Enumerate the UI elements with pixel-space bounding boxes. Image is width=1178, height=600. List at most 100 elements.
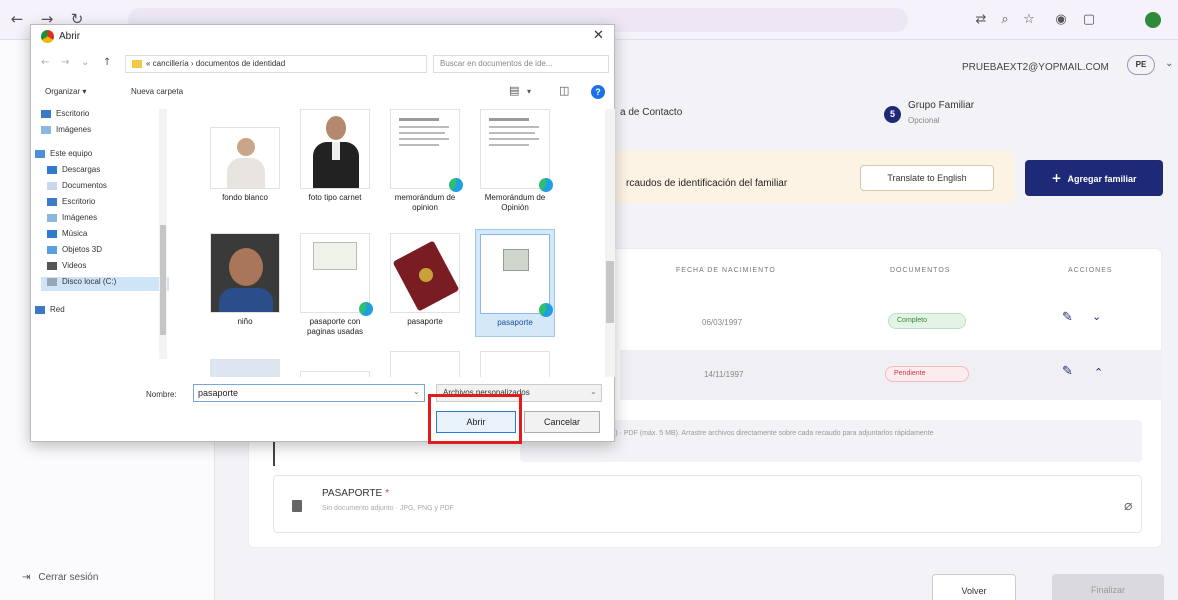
file-foto-tipo-carnet[interactable]: foto tipo carnet bbox=[295, 109, 375, 203]
nav-item-music[interactable]: Música bbox=[47, 229, 87, 243]
th-actions: ACCIONES bbox=[1068, 267, 1113, 274]
download-icon bbox=[47, 165, 57, 174]
nav-scrollbar-thumb[interactable] bbox=[160, 225, 166, 335]
history-chevron-icon[interactable]: ⌄ bbox=[81, 57, 89, 68]
side-panel-icon[interactable]: ▢ bbox=[1078, 9, 1100, 31]
file-pasaporte-con-paginas-usadas[interactable]: pasaporte con paginas usadas bbox=[295, 233, 375, 337]
organize-menu[interactable]: Organizar ▾ bbox=[45, 87, 86, 96]
computer-icon bbox=[35, 149, 45, 158]
file-label: memorándum de opinion bbox=[394, 193, 456, 212]
step-contact-label: a de Contacto bbox=[620, 107, 683, 118]
chevron-down-icon[interactable]: ⌄ bbox=[413, 387, 420, 396]
logout-link[interactable]: ⇥ Cerrar sesión bbox=[22, 572, 98, 583]
logout-label: Cerrar sesión bbox=[38, 572, 99, 583]
chrome-logo-icon bbox=[41, 30, 54, 43]
documents-icon bbox=[47, 181, 57, 190]
breadcrumb[interactable]: « cancillería › documentos de identidad bbox=[125, 55, 427, 73]
view-mode-icon[interactable]: ▤ bbox=[509, 84, 519, 97]
translate-page-icon[interactable]: ⇄ bbox=[970, 9, 992, 31]
translate-button[interactable]: Translate to English bbox=[860, 165, 994, 191]
video-icon bbox=[47, 261, 57, 270]
image-thumbnail bbox=[210, 233, 280, 313]
file-partial[interactable] bbox=[295, 371, 375, 377]
nav-item-videos[interactable]: Videos bbox=[47, 261, 86, 275]
profile-avatar[interactable] bbox=[1145, 12, 1161, 28]
file-memorandum-de-opinion-2[interactable]: Memorándum de Opinión bbox=[475, 109, 555, 213]
document-upload-slot[interactable] bbox=[273, 475, 1142, 533]
document-thumbnail bbox=[480, 351, 550, 377]
nav-item-pictures[interactable]: Imágenes bbox=[41, 125, 91, 139]
help-icon[interactable]: ? bbox=[591, 85, 605, 99]
image-thumbnail bbox=[390, 233, 460, 313]
highlight-annotation bbox=[428, 394, 522, 444]
row2-birthdate: 14/11/1997 bbox=[704, 370, 744, 379]
step-family-title: Grupo Familiar bbox=[908, 100, 975, 111]
filename-input[interactable]: pasaporte bbox=[193, 384, 425, 402]
files-scrollbar[interactable] bbox=[605, 109, 615, 377]
cancel-button[interactable]: Cancelar bbox=[524, 411, 600, 433]
edit-icon[interactable]: ✎ bbox=[1062, 310, 1073, 325]
zoom-icon[interactable]: ⌕ bbox=[994, 9, 1016, 31]
file-pasaporte-pdf-selected[interactable]: pasaporte bbox=[475, 229, 555, 337]
breadcrumb-text: « cancillería › documentos de identidad bbox=[146, 59, 286, 68]
file-fondo-blanco[interactable]: fondo blanco bbox=[205, 127, 285, 203]
file-label: pasaporte bbox=[407, 317, 443, 326]
chevron-down-icon[interactable]: ▾ bbox=[527, 87, 531, 96]
paperclip-icon[interactable]: ⌀ bbox=[1124, 498, 1132, 514]
back-icon[interactable]: ← bbox=[6, 8, 28, 30]
nav-label: Escritorio bbox=[62, 197, 96, 206]
file-label: pasaporte bbox=[497, 318, 533, 327]
close-icon[interactable]: ✕ bbox=[593, 28, 604, 43]
nav-item-local-disk[interactable]: Disco local (C:) bbox=[41, 277, 169, 291]
cube-icon bbox=[47, 245, 57, 254]
nav-item-this-pc[interactable]: Este equipo bbox=[35, 149, 92, 163]
document-thumbnail bbox=[480, 234, 553, 317]
filename-label: Nombre: bbox=[146, 390, 177, 399]
back-button[interactable]: Volver bbox=[932, 574, 1016, 600]
chevron-down-icon[interactable]: ⌄ bbox=[1165, 58, 1173, 69]
drive-icon bbox=[47, 277, 57, 286]
upload-note: …. JPG, PNG (máx. 3 MB) · PDF (máx. 5 MB… bbox=[534, 430, 934, 437]
user-email: PRUEBAEXT2@YOPMAIL.COM bbox=[962, 62, 1109, 73]
nav-label: Imágenes bbox=[56, 125, 92, 134]
nav-label: Disco local (C:) bbox=[62, 277, 117, 286]
document-subtitle: Sin documento adjunto · JPG, PNG y PDF bbox=[322, 505, 454, 512]
chevron-up-icon[interactable]: ⌃ bbox=[1094, 366, 1103, 379]
user-avatar[interactable]: PE bbox=[1127, 55, 1155, 75]
nav-item-documents[interactable]: Documentos bbox=[47, 181, 107, 195]
back-arrow-icon[interactable]: ← bbox=[41, 57, 49, 68]
extension-icon[interactable]: ◉ bbox=[1050, 9, 1072, 31]
bookmark-star-icon[interactable]: ☆ bbox=[1018, 9, 1040, 31]
add-user-icon: + bbox=[1051, 171, 1062, 185]
file-partial[interactable] bbox=[475, 351, 555, 377]
file-partial[interactable] bbox=[205, 359, 285, 377]
nav-label: Documentos bbox=[62, 181, 107, 190]
finish-button[interactable]: Finalizar bbox=[1052, 574, 1164, 600]
add-family-button[interactable]: + Agregar familiar bbox=[1025, 160, 1163, 196]
dialog-title: Abrir bbox=[59, 31, 81, 42]
file-nino[interactable]: niño bbox=[205, 233, 285, 327]
forward-arrow-icon[interactable]: → bbox=[61, 57, 69, 68]
nav-item-downloads[interactable]: Descargas bbox=[47, 165, 100, 179]
nav-item-network[interactable]: Red bbox=[35, 305, 65, 319]
step-family-number: 5 bbox=[884, 106, 901, 123]
image-thumbnail bbox=[210, 359, 280, 377]
chevron-down-icon[interactable]: ⌄ bbox=[590, 387, 597, 396]
file-pasaporte-image[interactable]: pasaporte bbox=[385, 233, 465, 327]
nav-item-pictures-2[interactable]: Imágenes bbox=[47, 213, 97, 227]
preview-pane-icon[interactable]: ◫ bbox=[559, 84, 569, 97]
edit-icon[interactable]: ✎ bbox=[1062, 364, 1073, 379]
up-arrow-icon[interactable]: ↑ bbox=[103, 57, 111, 68]
file-partial[interactable] bbox=[385, 351, 465, 377]
nav-item-desktop[interactable]: Escritorio bbox=[41, 109, 89, 123]
new-folder-button[interactable]: Nueva carpeta bbox=[131, 87, 183, 96]
chevron-down-icon[interactable]: ⌄ bbox=[1092, 310, 1101, 323]
dialog-search-input[interactable]: Buscar en documentos de ide... bbox=[433, 55, 609, 73]
files-scrollbar-thumb[interactable] bbox=[606, 261, 614, 323]
network-icon bbox=[35, 305, 45, 314]
file-memorandum-de-opinion[interactable]: memorándum de opinion bbox=[385, 109, 465, 213]
dialog-titlebar: Abrir ✕ bbox=[31, 25, 614, 49]
nav-item-3d-objects[interactable]: Objetos 3D bbox=[47, 245, 102, 259]
file-label: Memorándum de Opinión bbox=[484, 193, 546, 212]
nav-item-desktop-2[interactable]: Escritorio bbox=[47, 197, 95, 211]
